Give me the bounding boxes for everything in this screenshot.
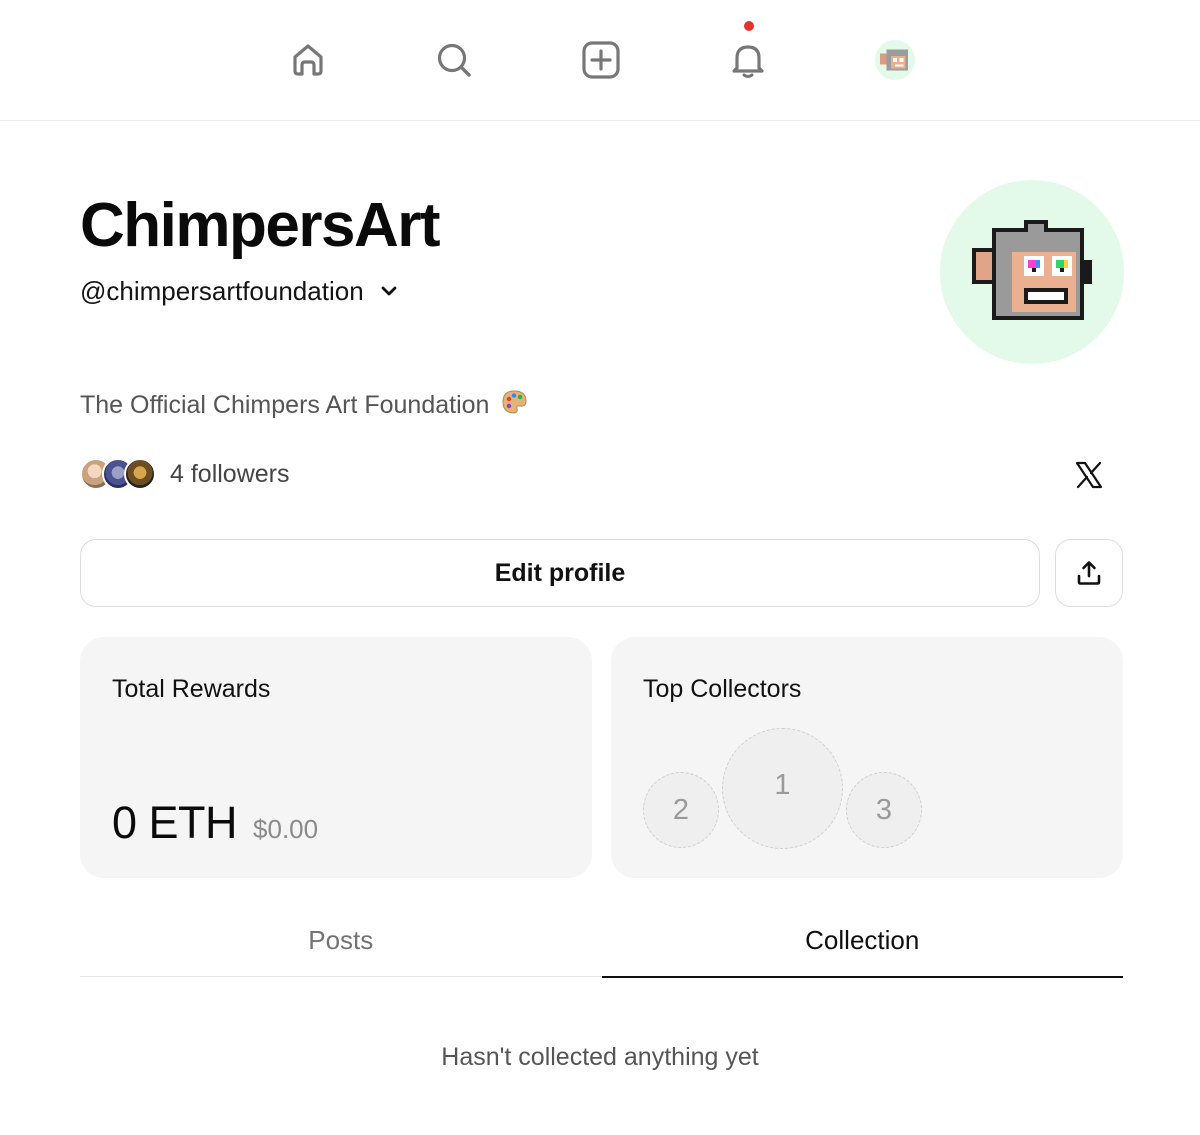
share-icon bbox=[1077, 561, 1101, 585]
bell-icon bbox=[732, 45, 764, 78]
follower-avatar bbox=[124, 458, 156, 490]
nav-create-button[interactable] bbox=[571, 30, 631, 90]
empty-state-message: Hasn't collected anything yet bbox=[441, 1043, 759, 1071]
rewards-amount: 0 ETH $0.00 bbox=[112, 797, 318, 849]
total-rewards-title: Total Rewards bbox=[112, 675, 271, 703]
palette-emoji bbox=[500, 388, 528, 425]
chimp-avatar-icon bbox=[972, 220, 1092, 320]
chevron-down-icon bbox=[381, 286, 397, 296]
chimp-avatar-icon bbox=[880, 49, 908, 71]
nav-profile-button[interactable] bbox=[865, 30, 925, 90]
top-navigation bbox=[0, 0, 1200, 121]
collector-slot-3: 3 bbox=[846, 772, 922, 848]
profile-avatar[interactable] bbox=[940, 180, 1124, 364]
edit-profile-button[interactable]: Edit profile bbox=[80, 539, 1040, 607]
tab-posts[interactable]: Posts bbox=[80, 905, 602, 976]
collector-slot-1: 1 bbox=[722, 728, 843, 849]
palette-icon bbox=[502, 390, 527, 414]
bio-text: The Official Chimpers Art Foundation bbox=[80, 391, 490, 420]
nav-home-button[interactable] bbox=[278, 30, 338, 90]
share-button[interactable] bbox=[1055, 539, 1123, 607]
top-collectors-card: Top Collectors 2 1 3 bbox=[611, 637, 1123, 878]
search-icon bbox=[437, 43, 471, 77]
avatar bbox=[875, 40, 915, 80]
rewards-eth-value: 0 ETH bbox=[112, 797, 238, 848]
x-profile-link[interactable] bbox=[1068, 454, 1110, 496]
tab-collection[interactable]: Collection bbox=[601, 905, 1123, 978]
followers-link[interactable]: 4 followers bbox=[80, 456, 290, 492]
profile-tabs: Posts Collection bbox=[80, 905, 1123, 978]
collector-slot-2: 2 bbox=[643, 772, 719, 848]
followers-count: 4 followers bbox=[170, 459, 290, 488]
nav-notifications-button[interactable] bbox=[718, 30, 778, 90]
profile-bio: The Official Chimpers Art Foundation bbox=[80, 388, 528, 425]
plus-square-icon bbox=[582, 41, 620, 79]
profile-display-name: ChimpersArt bbox=[80, 191, 441, 260]
rewards-usd-value: $0.00 bbox=[253, 814, 319, 844]
handle-switcher[interactable]: @chimpersartfoundation bbox=[80, 273, 400, 309]
top-collectors-title: Top Collectors bbox=[643, 675, 802, 703]
x-icon bbox=[1075, 461, 1103, 489]
notification-dot bbox=[744, 21, 754, 31]
total-rewards-card: Total Rewards 0 ETH $0.00 bbox=[80, 637, 592, 878]
nav-search-button[interactable] bbox=[424, 30, 484, 90]
home-icon bbox=[293, 44, 323, 76]
profile-handle: @chimpersartfoundation bbox=[80, 276, 364, 306]
